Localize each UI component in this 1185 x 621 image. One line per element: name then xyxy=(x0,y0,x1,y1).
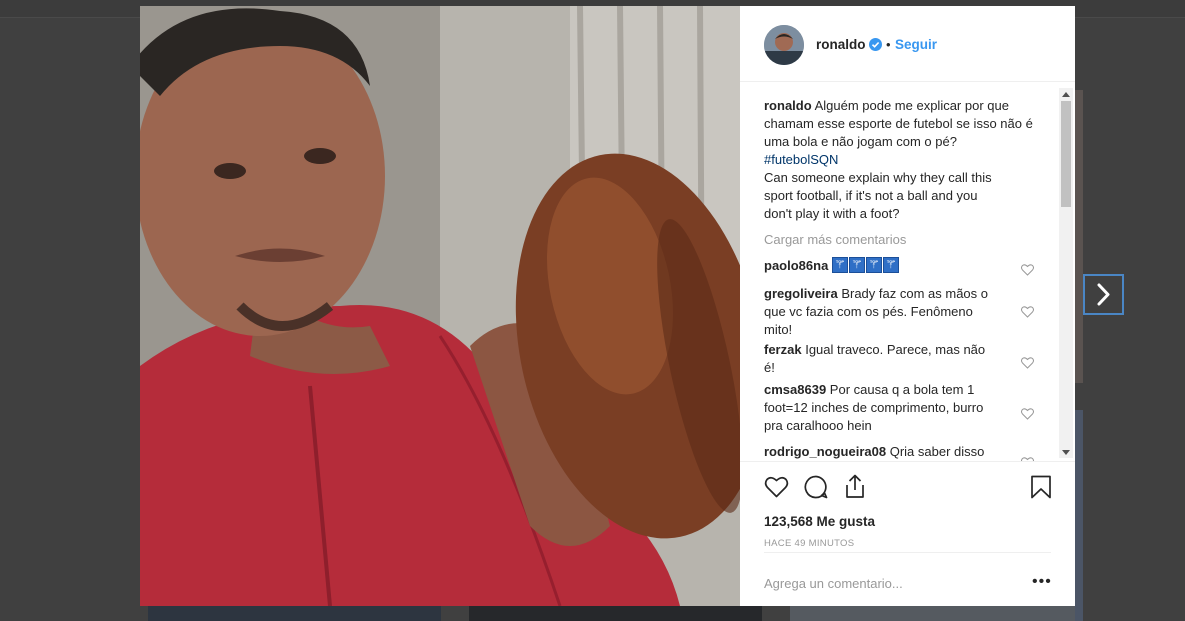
author-username[interactable]: ronaldo xyxy=(816,37,866,52)
comment-item: ferzak Igual traveco. Parece, mas não é! xyxy=(764,341,1036,377)
background-thumbnail xyxy=(1075,90,1083,383)
post-timestamp: HACE 49 MINUTOS xyxy=(764,538,855,549)
background-thumbnail xyxy=(790,606,1075,621)
save-bookmark-icon[interactable] xyxy=(1030,475,1052,499)
share-icon[interactable] xyxy=(843,474,867,499)
hashtag-link[interactable]: #futebolSQN xyxy=(764,152,838,167)
caption-text-en-line: sport football, if it's not a ball and y… xyxy=(764,188,978,203)
comment-username[interactable]: paolo86na xyxy=(764,258,828,273)
scroll-up-arrow-icon[interactable] xyxy=(1062,91,1070,97)
like-comment-heart-icon[interactable] xyxy=(1021,264,1034,276)
like-comment-heart-icon[interactable] xyxy=(1021,357,1034,369)
scroll-down-arrow-icon[interactable] xyxy=(1062,450,1070,456)
separator-dot: • xyxy=(886,37,891,52)
chevron-right-icon xyxy=(1097,283,1110,306)
follow-button[interactable]: Seguir xyxy=(895,37,937,52)
top-emoji-icon xyxy=(865,253,882,274)
comment-username[interactable]: rodrigo_nogueira08 xyxy=(764,444,886,459)
comment-text: Brady faz com as mãos o xyxy=(841,286,988,301)
top-emoji-icon xyxy=(831,253,848,274)
comment-item: gregoliveira Brady faz com as mãos o que… xyxy=(764,285,1036,339)
comment-text: mito! xyxy=(764,322,793,337)
comment-item: paolo86na xyxy=(764,253,1036,275)
comment-text: Qria saber disso xyxy=(889,444,985,459)
comment-username[interactable]: ferzak xyxy=(764,342,802,357)
top-emoji-icon xyxy=(848,253,865,274)
comment-username[interactable]: cmsa8639 xyxy=(764,382,826,397)
caption-username[interactable]: ronaldo xyxy=(764,98,812,113)
verified-badge-icon xyxy=(869,38,882,51)
post-details-panel: ronaldo • Seguir ronaldo Alguém pode me … xyxy=(740,6,1075,606)
post-caption: ronaldo Alguém pode me explicar por que … xyxy=(764,97,1036,223)
like-heart-icon[interactable] xyxy=(764,475,789,499)
background-thumbnail xyxy=(469,606,762,621)
divider xyxy=(764,552,1051,553)
like-comment-heart-icon[interactable] xyxy=(1021,306,1034,318)
comment-username[interactable]: gregoliveira xyxy=(764,286,838,301)
caption-text-en-line: don't play it with a foot? xyxy=(764,206,900,221)
top-emoji-icon xyxy=(882,253,899,274)
comment-item: cmsa8639 Por causa q a bola tem 1 foot=1… xyxy=(764,381,1036,435)
avatar[interactable] xyxy=(764,25,804,65)
add-comment-input[interactable] xyxy=(764,576,1004,591)
comment-bubble-icon[interactable] xyxy=(804,475,829,499)
post-actions: 123,568 Me gusta HACE 49 MINUTOS ••• xyxy=(740,461,1075,606)
post-header: ronaldo • Seguir xyxy=(740,6,1075,82)
comment-text: que vc fazia com os pés. Fenômeno xyxy=(764,304,973,319)
comment-text: pra caralhooo hein xyxy=(764,418,872,433)
background-thumbnail xyxy=(148,606,441,621)
comment-text: Igual traveco. Parece, mas não xyxy=(805,342,986,357)
caption-text-en-line: Can someone explain why they call this xyxy=(764,170,992,185)
like-comment-heart-icon[interactable] xyxy=(1021,408,1034,420)
comment-text: Por causa q a bola tem 1 xyxy=(829,382,975,397)
comment-text: foot=12 inches de comprimento, burro xyxy=(764,400,984,415)
comments-scrollbar-thumb[interactable] xyxy=(1061,101,1071,207)
likes-count[interactable]: 123,568 Me gusta xyxy=(764,514,875,529)
comment-item: rodrigo_nogueira08 Qria saber disso xyxy=(764,443,1036,461)
add-comment-section: ••• xyxy=(740,552,1075,607)
more-options-icon[interactable]: ••• xyxy=(1032,573,1052,591)
comment-text: é! xyxy=(764,360,775,375)
next-post-button[interactable] xyxy=(1083,274,1124,315)
background-thumbnail xyxy=(1075,410,1083,621)
load-more-comments-link[interactable]: Cargar más comentarios xyxy=(764,232,906,247)
comments-list[interactable]: ronaldo Alguém pode me explicar por que … xyxy=(740,83,1075,461)
post-photo[interactable] xyxy=(140,6,740,606)
post-image-illustration xyxy=(140,6,740,606)
